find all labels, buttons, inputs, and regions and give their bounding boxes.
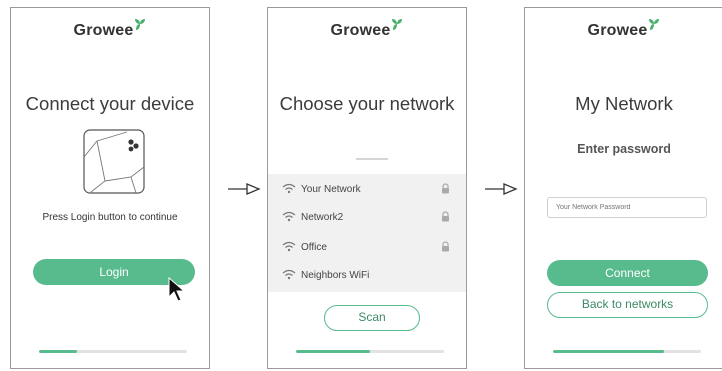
arrow-right-icon	[228, 183, 261, 195]
brand-name: Growee	[73, 22, 134, 39]
brand-logo: Growee	[11, 19, 209, 40]
lock-icon	[442, 211, 449, 222]
wifi-icon	[282, 241, 296, 252]
password-input[interactable]	[547, 197, 707, 218]
cursor-icon	[168, 277, 186, 302]
network-item[interactable]: Neighbors WiFi	[268, 266, 466, 286]
page-title: Connect your device	[25, 93, 195, 114]
brand-logo: Growee	[268, 19, 466, 40]
connect-device-screen: Growee Connect your device Press Login b…	[10, 7, 210, 369]
progress-bar	[39, 350, 187, 353]
network-name: Network2	[301, 212, 344, 223]
brand-name: Growee	[587, 22, 648, 39]
lock-icon	[442, 241, 449, 252]
page-title: My Network	[575, 93, 673, 114]
connect-button[interactable]: Connect	[547, 260, 708, 286]
progress-bar	[553, 350, 701, 353]
network-list: Your Network Network2 Office Neighbors W…	[268, 174, 466, 292]
wifi-icon	[282, 183, 296, 194]
progress-fill	[296, 350, 370, 353]
arrow-right-icon	[485, 183, 518, 195]
brand-name: Growee	[330, 22, 391, 39]
password-prompt: Enter password	[577, 142, 671, 156]
divider	[356, 158, 388, 160]
choose-network-screen: Growee Choose your network Your Network	[267, 7, 467, 369]
scan-button[interactable]: Scan	[324, 305, 420, 331]
device-icon	[83, 129, 145, 194]
network-item[interactable]: Your Network	[268, 180, 466, 200]
network-name: Office	[301, 242, 327, 253]
lock-icon	[442, 183, 449, 194]
login-hint: Press Login button to continue	[42, 212, 178, 223]
progress-fill	[39, 350, 78, 353]
page-title: Choose your network	[279, 93, 455, 114]
network-name: Neighbors WiFi	[301, 270, 370, 281]
leaf-logo-icon	[135, 19, 146, 30]
wifi-icon	[282, 269, 296, 280]
wifi-icon	[282, 211, 296, 222]
enter-password-screen: Growee My Network Enter password Connect…	[524, 7, 722, 369]
progress-fill	[553, 350, 664, 353]
brand-logo: Growee	[525, 19, 722, 40]
network-item[interactable]: Network2	[268, 208, 466, 228]
network-name: Your Network	[301, 184, 361, 195]
leaf-logo-icon	[649, 19, 660, 30]
back-to-networks-button[interactable]: Back to networks	[547, 292, 708, 318]
network-item[interactable]: Office	[268, 238, 466, 258]
leaf-logo-icon	[392, 19, 403, 30]
progress-bar	[296, 350, 444, 353]
